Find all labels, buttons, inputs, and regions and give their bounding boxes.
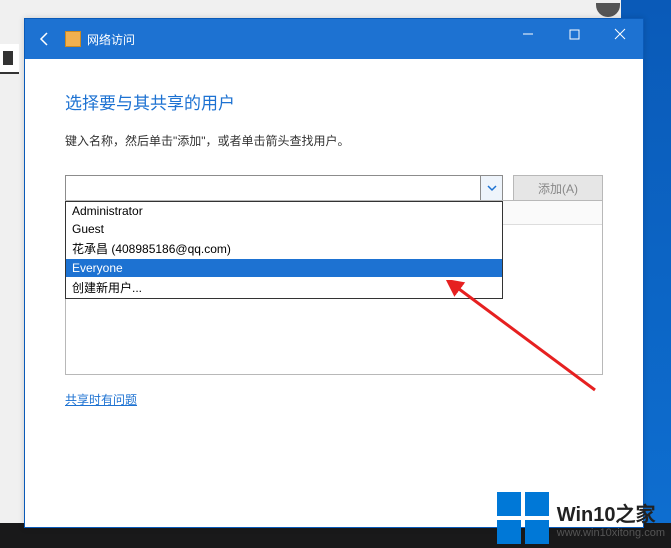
dropdown-option[interactable]: 创建新用户... — [66, 277, 502, 298]
network-access-dialog: 网络访问 选择要与其共享的用户 键入名称，然后单击"添加"，或者单击箭头查找用户… — [24, 18, 644, 528]
minimize-button[interactable] — [505, 19, 551, 49]
windows-logo-icon — [497, 492, 549, 544]
dialog-instructions: 键入名称，然后单击"添加"，或者单击箭头查找用户。 — [65, 132, 603, 149]
dropdown-option[interactable]: Administrator — [66, 202, 502, 220]
back-button[interactable] — [25, 19, 65, 59]
user-input[interactable] — [65, 175, 503, 201]
app-icon — [65, 31, 81, 47]
add-button[interactable]: 添加(A) — [513, 175, 603, 201]
help-link[interactable]: 共享时有问题 — [65, 391, 137, 408]
dialog-heading: 选择要与其共享的用户 — [65, 89, 603, 114]
dropdown-toggle[interactable] — [480, 176, 502, 200]
user-dropdown-list: AdministratorGuest花承昌 (408985186@qq.com)… — [65, 201, 503, 299]
titlebar: 网络访问 — [25, 19, 643, 59]
dropdown-option[interactable]: Everyone — [66, 259, 502, 277]
window-title: 网络访问 — [87, 31, 135, 48]
close-button[interactable] — [597, 19, 643, 49]
watermark-url: www.win10xitong.com — [557, 527, 665, 539]
maximize-button[interactable] — [551, 19, 597, 49]
dropdown-option[interactable]: 花承昌 (408985186@qq.com) — [66, 238, 502, 259]
watermark-brand: Win10之家 — [557, 498, 665, 527]
dropdown-option[interactable]: Guest — [66, 220, 502, 238]
watermark: Win10之家 www.win10xitong.com — [497, 492, 665, 544]
user-combobox[interactable]: AdministratorGuest花承昌 (408985186@qq.com)… — [65, 175, 503, 201]
